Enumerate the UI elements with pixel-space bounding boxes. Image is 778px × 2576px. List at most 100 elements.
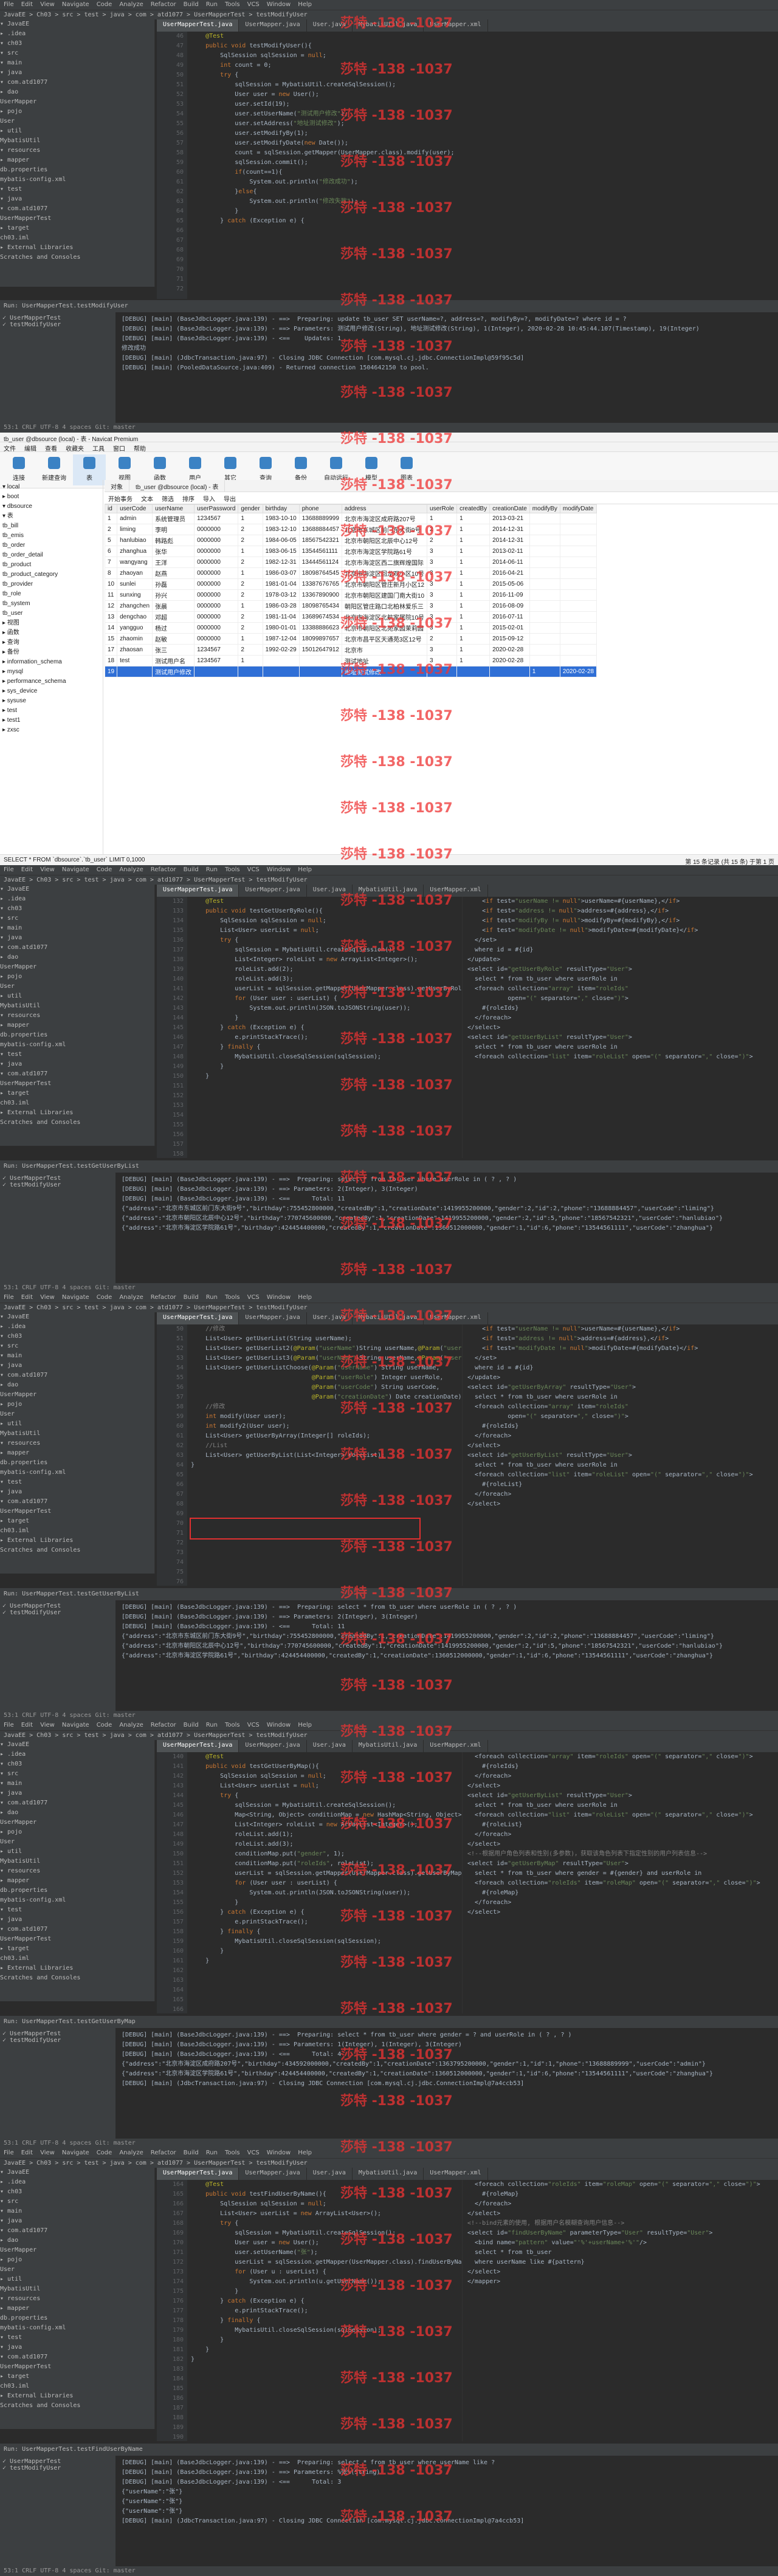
- menu-item[interactable]: Code: [97, 866, 112, 874]
- list-item[interactable]: ▸ util: [0, 1419, 154, 1429]
- list-item[interactable]: ▾ test: [0, 1478, 154, 1487]
- column-header[interactable]: address: [341, 504, 428, 513]
- list-item[interactable]: ▸ dao: [0, 1808, 154, 1818]
- table-cell[interactable]: 3: [427, 644, 458, 656]
- table-cell[interactable]: 1234567: [194, 644, 239, 656]
- list-item[interactable]: ▸ boot: [2, 492, 100, 502]
- menu-item[interactable]: Help: [298, 2150, 312, 2157]
- table-cell[interactable]: zhaomin: [117, 633, 153, 645]
- table-cell[interactable]: 1981-11-04: [262, 611, 300, 623]
- tab[interactable]: MybatisUtil.java: [353, 1312, 424, 1324]
- table-cell[interactable]: 2015-09-12: [489, 633, 530, 645]
- list-item[interactable]: ▾ ch03: [0, 39, 154, 49]
- menu-item[interactable]: Run: [206, 866, 218, 874]
- table-cell[interactable]: 1980-01-01: [262, 622, 300, 634]
- list-item[interactable]: ▸ test: [2, 706, 100, 716]
- list-item[interactable]: ✓ testModifyUser: [2, 1609, 113, 1616]
- table-row[interactable]: 12 zhangchen 张晨 0000000 1 1986-03-28 180987654…: [104, 600, 597, 612]
- run-panel[interactable]: Run: UserMapperTest.testGetUserByList ✓ …: [0, 1160, 778, 1283]
- list-item[interactable]: ▸ mapper: [0, 1876, 154, 1886]
- list-item[interactable]: ✓ testModifyUser: [2, 2465, 113, 2472]
- table-cell[interactable]: 13544561111: [298, 546, 342, 557]
- list-item[interactable]: ▾ 表: [2, 512, 100, 521]
- list-item[interactable]: ▾ src: [0, 914, 154, 923]
- table-row[interactable]: 18 test 测试用户名 1234567 1 测试地址 3 1 2020-02-28: [104, 655, 597, 666]
- list-item[interactable]: ▸ zxsc: [2, 725, 100, 735]
- table-cell[interactable]: 北京市朝阳区北苑家园茉莉园: [341, 622, 428, 634]
- project-tree[interactable]: ▾ JavaEE ▸ .idea ▾ ch03 ▾ src ▾ main ▾ j…: [0, 1740, 155, 2001]
- table-cell[interactable]: 系统管理员: [152, 513, 195, 524]
- list-item[interactable]: ▸ util: [0, 2275, 154, 2284]
- list-item[interactable]: ▾ com.atd1077: [0, 1925, 154, 1934]
- menu-item[interactable]: 窗口: [113, 444, 125, 453]
- table-cell[interactable]: 8: [104, 567, 118, 579]
- list-item[interactable]: ▸ 函数: [2, 628, 100, 638]
- list-item[interactable]: ▾ main: [0, 923, 154, 933]
- list-item[interactable]: Build: [184, 1, 199, 9]
- table-cell[interactable]: 0000000: [194, 622, 239, 634]
- table-cell[interactable]: [559, 589, 597, 601]
- table-cell[interactable]: 1983-06-15: [262, 546, 300, 557]
- table-cell[interactable]: 测试用户名: [152, 655, 195, 666]
- table-cell[interactable]: [559, 524, 597, 535]
- tab[interactable]: User.java: [307, 1312, 353, 1324]
- table-cell[interactable]: liming: [117, 524, 153, 535]
- table-cell[interactable]: [456, 666, 491, 677]
- table-cell[interactable]: 0000000: [194, 600, 239, 612]
- tab[interactable]: UserMapperTest.java: [157, 19, 239, 32]
- list-item[interactable]: ▾ java: [0, 1361, 154, 1371]
- table-cell[interactable]: [529, 557, 560, 568]
- table-cell[interactable]: 15: [104, 633, 118, 645]
- list-item[interactable]: Scratches and Consoles: [0, 1973, 154, 1983]
- table-cell[interactable]: 2: [427, 524, 458, 535]
- menu-item[interactable]: 帮助: [134, 444, 146, 453]
- list-item[interactable]: ▾ com.atd1077: [0, 943, 154, 953]
- list-item[interactable]: ▸ .idea: [0, 29, 154, 39]
- table-cell[interactable]: 5: [104, 535, 118, 546]
- list-item[interactable]: ▸ test1: [2, 716, 100, 725]
- list-item[interactable]: UserMapper: [0, 1818, 154, 1828]
- menu-item[interactable]: 导入: [203, 494, 215, 503]
- table-cell[interactable]: 0000000: [194, 633, 239, 645]
- list-item[interactable]: ▾ ch03: [0, 2187, 154, 2197]
- list-item[interactable]: Run: [206, 1, 218, 9]
- table-cell[interactable]: 1986-03-28: [262, 600, 300, 612]
- list-item[interactable]: ch03.iml: [0, 1954, 154, 1964]
- table-cell[interactable]: [427, 666, 458, 677]
- table-cell[interactable]: 北京市海淀区回龙观小区10号: [341, 567, 428, 579]
- list-item[interactable]: ▾ java: [0, 2343, 154, 2352]
- table-cell[interactable]: 张华: [152, 546, 195, 557]
- table-row[interactable]: 2 liming 李明 0000000 2 1983-12-10 13688884457 北京…: [104, 524, 597, 535]
- table-cell[interactable]: zhaoyan: [117, 567, 153, 579]
- menu-item[interactable]: Tools: [225, 866, 240, 874]
- table-cell[interactable]: [298, 655, 342, 666]
- menu-item[interactable]: View: [40, 1722, 55, 1729]
- list-item[interactable]: ▸ .idea: [0, 1322, 154, 1332]
- table-cell[interactable]: 2: [238, 535, 263, 546]
- list-item[interactable]: ▾ com.atd1077: [0, 1371, 154, 1380]
- menu-item[interactable]: VCS: [247, 2150, 260, 2157]
- test-tree[interactable]: ✓ UserMapperTest ✓ testModifyUser: [0, 2028, 115, 2139]
- table-row[interactable]: 7 wangyang 王洋 0000000 2 1982-12-31 13444561124…: [104, 557, 597, 568]
- tab[interactable]: UserMapper.xml: [424, 885, 488, 897]
- table-cell[interactable]: 13689674534: [298, 611, 342, 623]
- editor-tabs[interactable]: UserMapperTest.java UserMapper.java User.j…: [157, 19, 778, 32]
- list-item[interactable]: ▸ 备份: [2, 648, 100, 657]
- table-cell[interactable]: [529, 644, 560, 656]
- list-item[interactable]: ▸ 视图: [2, 618, 100, 628]
- menu-bar[interactable]: File Edit View Navigate Code Analyze Refactor B…: [0, 865, 778, 875]
- table-cell[interactable]: 14: [104, 622, 118, 634]
- table-cell[interactable]: 0000000: [194, 567, 239, 579]
- list-item[interactable]: ▾ java: [0, 194, 154, 204]
- list-item[interactable]: User: [0, 117, 154, 126]
- table-cell[interactable]: 2: [427, 535, 458, 546]
- column-header[interactable]: createdBy: [456, 504, 491, 513]
- list-item[interactable]: ▾ java: [0, 1789, 154, 1798]
- menu-item[interactable]: Tools: [225, 2150, 240, 2157]
- table-cell[interactable]: 13387676765: [298, 578, 342, 590]
- table-cell[interactable]: [489, 666, 530, 677]
- menu-item[interactable]: Code: [97, 1722, 112, 1729]
- list-item[interactable]: ▾ resources: [0, 146, 154, 156]
- list-item[interactable]: ✓ testModifyUser: [2, 2037, 113, 2044]
- list-item[interactable]: UserMapper: [0, 2245, 154, 2255]
